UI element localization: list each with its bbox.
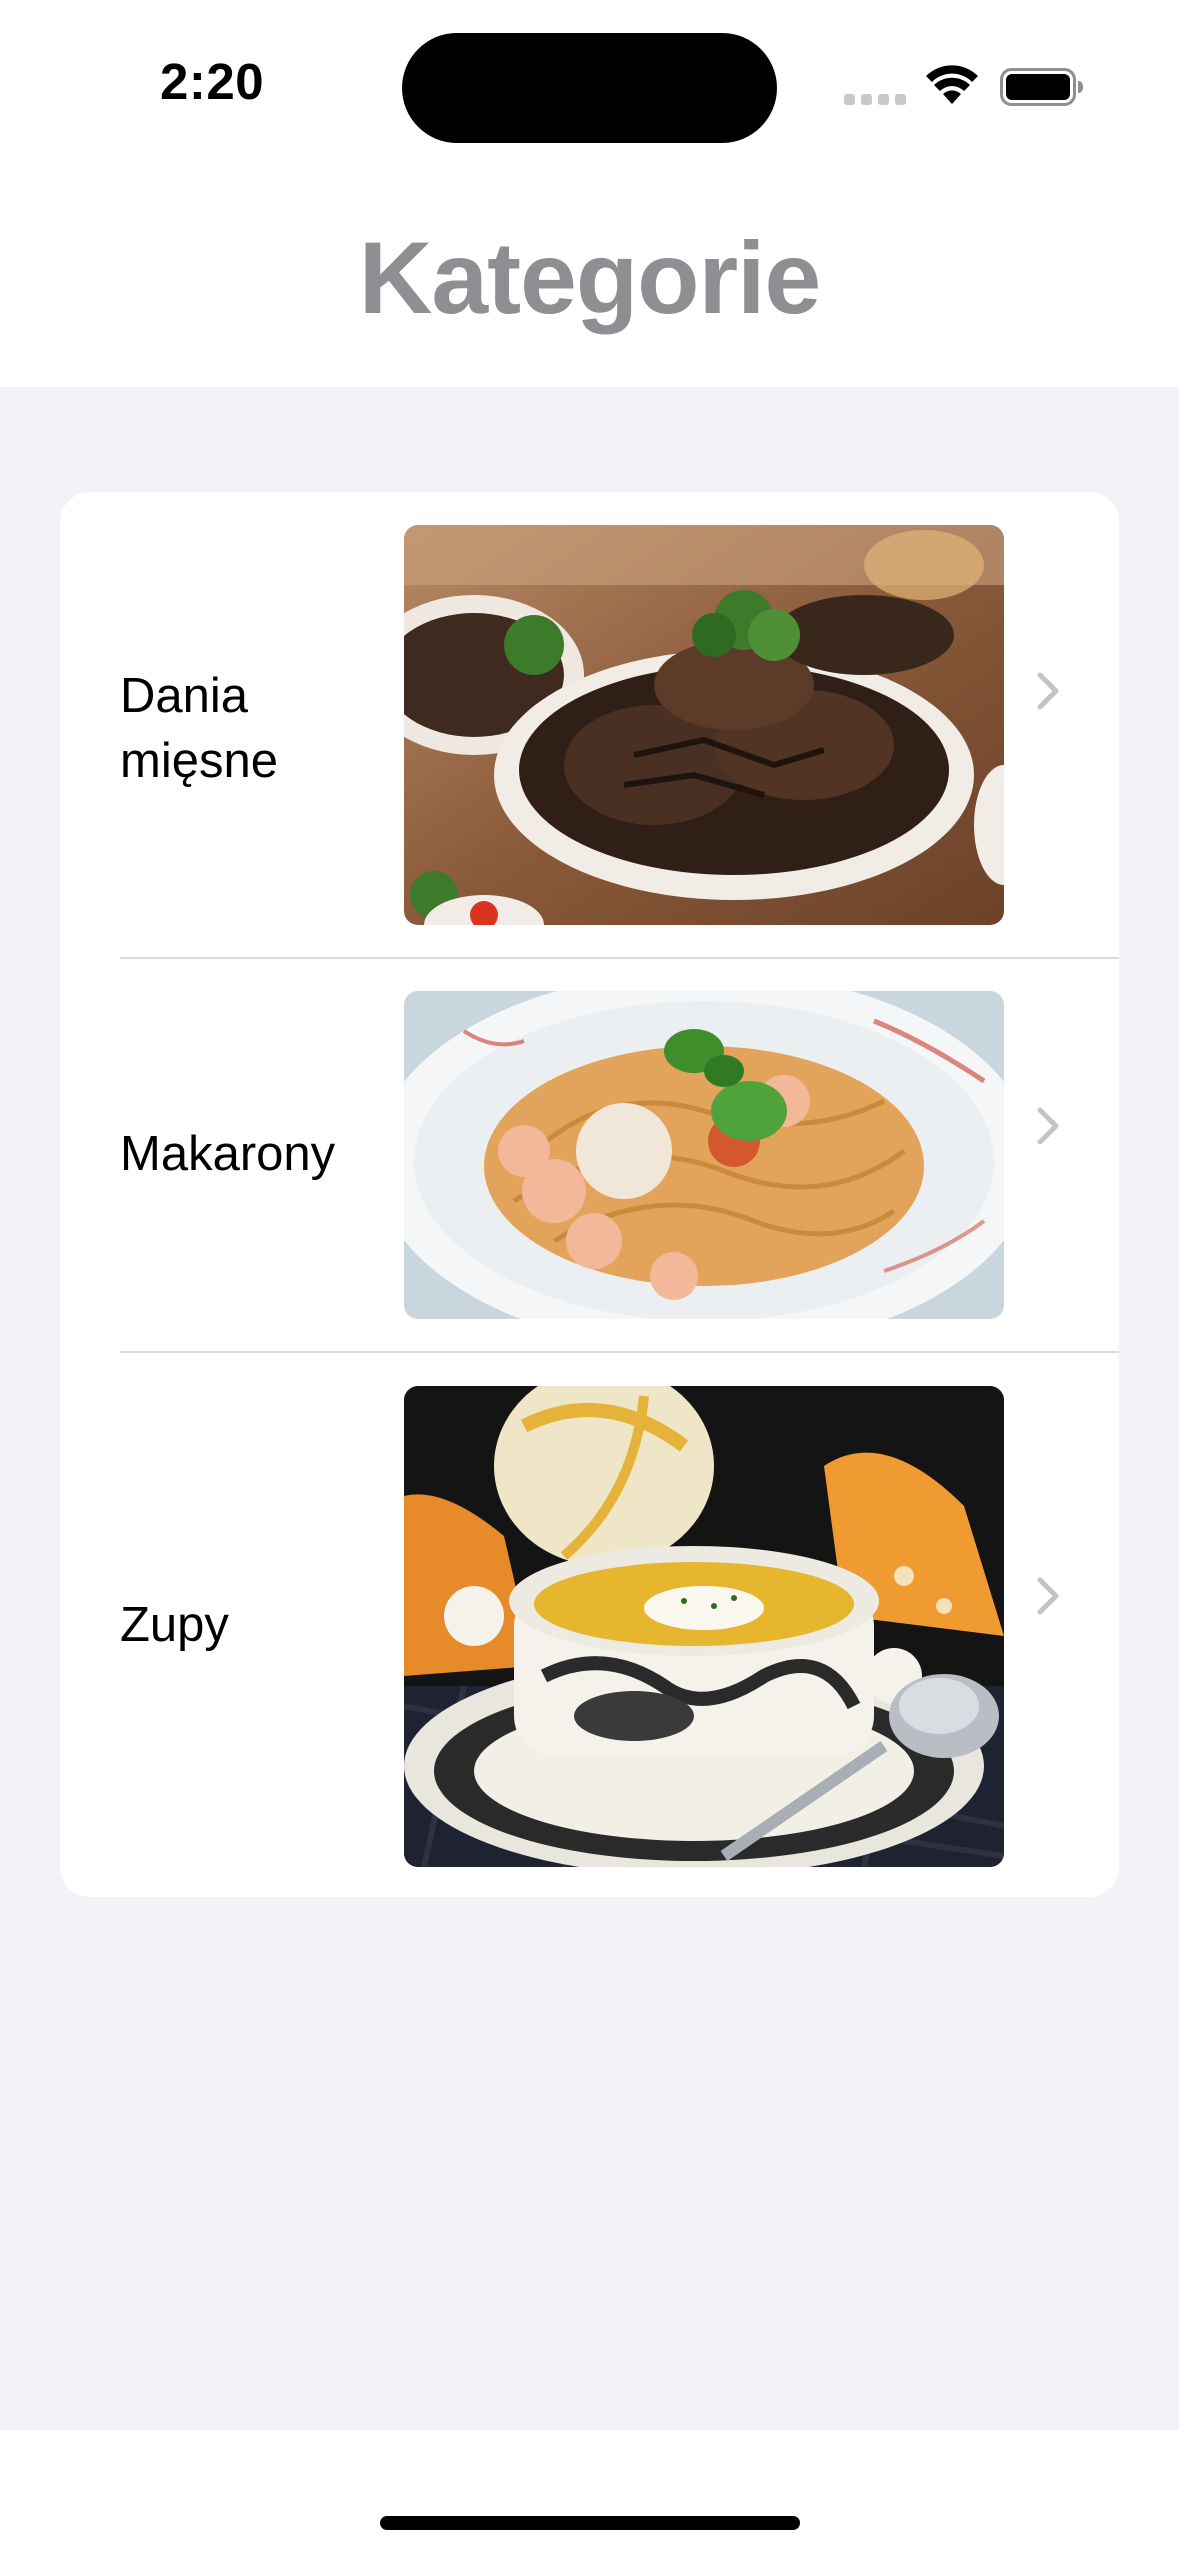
navigation-bar: Kategorie <box>0 170 1179 387</box>
category-label: Dania mięsne <box>120 669 278 788</box>
category-image-meat <box>404 525 1004 925</box>
chevron-right-icon <box>1037 1107 1059 1145</box>
page-title: Kategorie <box>358 221 821 335</box>
battery-icon <box>1000 68 1083 106</box>
category-label: Zupy <box>120 1598 229 1652</box>
chevron-right-icon <box>1037 1577 1059 1615</box>
category-image-soup <box>404 1386 1004 1867</box>
cellular-signal-icon <box>844 94 906 105</box>
category-row-makarony[interactable]: Makarony <box>60 959 1119 1351</box>
status-time: 2:20 <box>160 53 265 110</box>
status-bar: 2:20 <box>0 0 1179 170</box>
category-list: Dania mięsne Makarony Zupy <box>60 492 1119 1897</box>
bottom-bar <box>0 2430 1179 2556</box>
category-row-zupy[interactable]: Zupy <box>60 1353 1119 1897</box>
home-indicator[interactable] <box>380 2516 800 2530</box>
chevron-right-icon <box>1037 672 1059 710</box>
dynamic-island <box>402 33 777 143</box>
wifi-icon <box>926 65 978 104</box>
category-row-dania-miesne[interactable]: Dania mięsne <box>60 492 1119 957</box>
category-label: Makarony <box>120 1127 336 1181</box>
category-image-pasta <box>404 991 1004 1319</box>
